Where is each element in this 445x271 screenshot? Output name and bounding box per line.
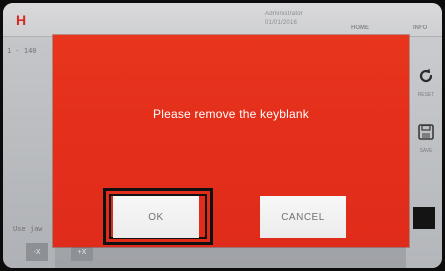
reset-label: RESET: [417, 92, 435, 98]
brand-logo[interactable]: H: [11, 10, 31, 30]
floppy-disk-icon: [418, 124, 434, 140]
info-tab[interactable]: INFO: [413, 25, 427, 31]
key-range-value: 1 - 140: [7, 47, 37, 55]
logo-letter: H: [15, 12, 27, 28]
minus-x-button[interactable]: -X: [26, 243, 48, 261]
reset-button[interactable]: RESET: [412, 67, 440, 98]
remove-keyblank-dialog: Please remove the keyblank OK CANCEL: [53, 35, 409, 247]
user-name: Administrator: [265, 11, 303, 17]
reset-icon: [419, 68, 433, 83]
save-label: SAVE: [419, 148, 433, 154]
cancel-button[interactable]: CANCEL: [260, 196, 346, 238]
device-screen: H Administrator 01/01/2016 HOME INFO 1 -…: [3, 3, 442, 268]
top-bar: H Administrator 01/01/2016 HOME INFO: [3, 3, 442, 37]
ok-button[interactable]: OK: [113, 196, 199, 238]
home-tab[interactable]: HOME: [351, 25, 369, 31]
save-button[interactable]: SAVE: [412, 123, 440, 154]
stop-button[interactable]: [413, 207, 435, 229]
user-date: 01/01/2016: [265, 20, 298, 26]
left-panel: [3, 37, 55, 268]
user-info: Administrator 01/01/2016: [265, 10, 303, 28]
jaw-caption: Use jaw: [13, 225, 43, 233]
dialog-message: Please remove the keyblank: [153, 107, 309, 121]
